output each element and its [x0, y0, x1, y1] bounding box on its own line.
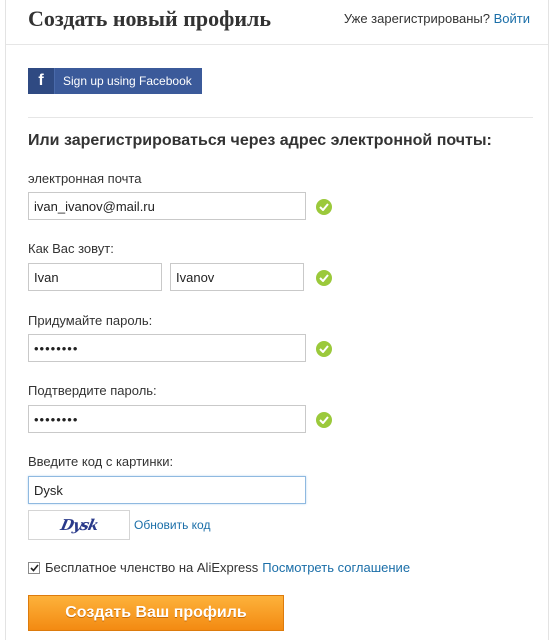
registered-prompt-text: Уже зарегистрированы? — [343, 11, 490, 26]
captcha-label: Введите код с картинки: — [28, 454, 174, 469]
agreement-text: Бесплатное членство на AliExpress — [45, 560, 259, 575]
page-title: Создать новый профиль — [28, 6, 271, 31]
first-name-input[interactable] — [28, 263, 162, 291]
last-name-input[interactable] — [170, 263, 304, 291]
confirm-password-label: Подтвердите пароль: — [28, 383, 157, 398]
facebook-signup-label: Sign up using Facebook — [63, 74, 192, 88]
check-icon — [316, 199, 332, 215]
name-label: Как Вас зовут: — [28, 241, 114, 256]
check-icon — [316, 270, 332, 286]
view-agreement-link[interactable]: Посмотреть соглашение — [262, 560, 410, 575]
check-icon — [316, 412, 332, 428]
confirm-password-input[interactable] — [28, 405, 306, 433]
facebook-icon: f — [28, 68, 55, 94]
email-input[interactable] — [28, 192, 306, 220]
refresh-captcha-link[interactable]: Обновить код — [134, 518, 210, 532]
password-label: Придумайте пароль: — [28, 313, 153, 328]
registration-panel: Создать новый профиль Уже зарегистрирова… — [5, 0, 549, 640]
captcha-image: Dysk — [28, 510, 130, 540]
captcha-image-text: Dysk — [58, 516, 100, 534]
check-icon — [316, 341, 332, 357]
agreement-checkbox[interactable] — [28, 561, 40, 574]
agreement-row: Бесплатное членство на AliExpress Посмот… — [28, 560, 410, 575]
password-input[interactable] — [28, 334, 306, 362]
login-link[interactable]: Войти — [494, 11, 530, 26]
divider — [28, 117, 533, 118]
captcha-input[interactable] — [28, 476, 306, 504]
create-profile-button[interactable]: Создать Ваш профиль — [28, 595, 284, 631]
email-signup-heading: Или зарегистрироваться через адрес элект… — [28, 132, 492, 149]
email-label: электронная почта — [28, 171, 142, 186]
login-prompt: Уже зарегистрированы? Войти — [344, 11, 530, 26]
facebook-signup-button[interactable]: f Sign up using Facebook — [28, 68, 202, 94]
page-header: Создать новый профиль Уже зарегистрирова… — [6, 0, 548, 45]
